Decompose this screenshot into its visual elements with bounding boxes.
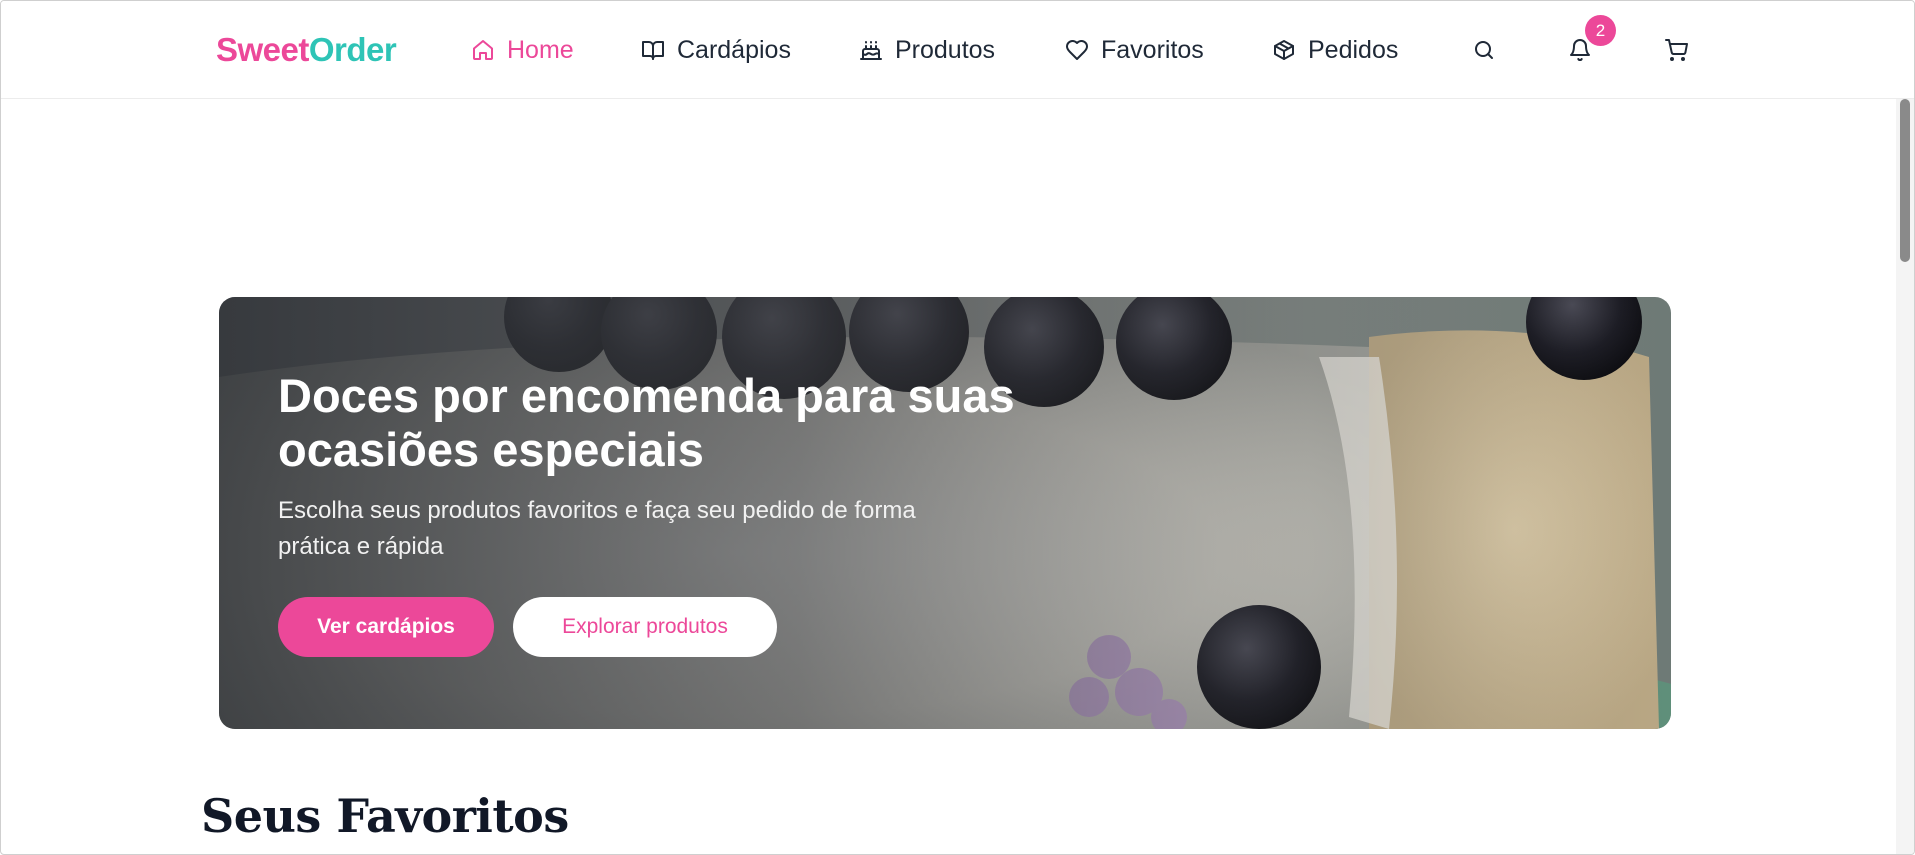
brand-logo[interactable]: SweetOrder <box>216 31 397 69</box>
browser-viewport: SweetOrder Home Cardápios Produtos Favor… <box>0 0 1915 855</box>
nav-item-label: Pedidos <box>1308 35 1399 64</box>
nav-item-label: Home <box>507 35 574 64</box>
heart-icon <box>1066 40 1088 60</box>
package-icon <box>1274 40 1294 60</box>
search-icon <box>1475 41 1493 59</box>
hero-banner: Doces por encomenda para suas ocasiões e… <box>219 297 1671 729</box>
nav-item-pedidos[interactable]: Pedidos <box>1272 33 1398 67</box>
hero-title: Doces por encomenda para suas ocasiões e… <box>278 369 1015 476</box>
nav-item-label: Produtos <box>895 35 996 64</box>
top-navbar: SweetOrder Home Cardápios Produtos Favor… <box>1 1 1914 99</box>
nav-item-home[interactable]: Home <box>471 33 574 67</box>
cart-button[interactable] <box>1661 35 1691 65</box>
bell-icon <box>1570 39 1590 62</box>
brand-logo-part1: Sweet <box>216 31 309 68</box>
shopping-cart-icon <box>1665 39 1688 61</box>
nav-item-label: Cardápios <box>677 35 791 64</box>
book-open-icon <box>642 41 664 60</box>
cake-icon <box>860 41 882 60</box>
explore-products-button[interactable]: Explorar produtos <box>513 597 777 657</box>
home-icon <box>473 40 493 60</box>
page-scrollbar[interactable] <box>1896 99 1914 854</box>
scrollbar-thumb[interactable] <box>1900 99 1910 262</box>
nav-item-produtos[interactable]: Produtos <box>859 33 995 67</box>
view-menus-button[interactable]: Ver cardápios <box>278 597 494 657</box>
brand-logo-part2: Order <box>308 31 397 68</box>
nav-item-label: Favoritos <box>1101 35 1204 64</box>
nav-item-favoritos[interactable]: Favoritos <box>1065 33 1204 67</box>
notification-count-badge: 2 <box>1585 15 1616 46</box>
favorites-section-title: Seus Favoritos <box>201 789 569 843</box>
nav-item-cardapios[interactable]: Cardápios <box>641 33 791 67</box>
search-button[interactable] <box>1469 35 1499 65</box>
hero-subtitle: Escolha seus produtos favoritos e faça s… <box>278 497 916 560</box>
